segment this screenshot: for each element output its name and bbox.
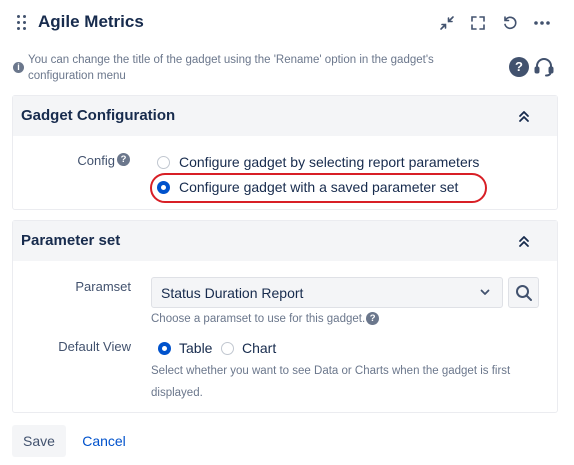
collapse-icon[interactable] xyxy=(437,13,457,33)
paramset-help-icon[interactable]: ? xyxy=(366,312,380,325)
panel-title: Parameter set xyxy=(21,232,121,249)
more-icon[interactable] xyxy=(532,13,552,33)
save-button[interactable]: Save xyxy=(12,425,66,457)
radio-report-parameters[interactable] xyxy=(157,156,170,169)
refresh-icon[interactable] xyxy=(500,13,520,33)
gadget-header: Agile Metrics xyxy=(0,0,574,46)
paramset-search-button[interactable] xyxy=(508,277,539,308)
radio-view-table-label[interactable]: Table xyxy=(179,340,212,356)
radio-view-chart[interactable] xyxy=(221,342,234,355)
radio-report-parameters-label[interactable]: Configure gadget by selecting report par… xyxy=(179,154,479,170)
radio-view-chart-label[interactable]: Chart xyxy=(242,340,276,356)
radio-view-table[interactable] xyxy=(158,342,171,355)
fullscreen-icon[interactable] xyxy=(468,13,488,33)
paramset-hint-text: Choose a paramset to use for this gadget… xyxy=(151,313,366,325)
help-icon[interactable]: ? xyxy=(509,57,529,77)
default-view-label: Default View xyxy=(58,339,131,354)
paramset-select[interactable]: Status Duration Report xyxy=(151,277,503,308)
highlight-annotation xyxy=(150,173,487,203)
cancel-button[interactable]: Cancel xyxy=(74,425,134,457)
paramset-hint: Choose a paramset to use for this gadget… xyxy=(151,308,380,330)
drag-handle-icon[interactable] xyxy=(17,15,29,31)
config-label: Config xyxy=(40,153,115,168)
search-icon xyxy=(516,285,532,301)
support-icon[interactable] xyxy=(533,56,555,78)
paramset-value: Status Duration Report xyxy=(161,285,304,301)
view-hint: Select whether you want to see Data or C… xyxy=(151,365,511,399)
chevron-down-icon xyxy=(480,289,490,295)
gadget-configuration-header[interactable]: Gadget Configuration xyxy=(13,96,557,136)
info-icon: i xyxy=(13,62,24,73)
chevron-up-icon[interactable] xyxy=(517,233,531,249)
chevron-up-icon[interactable] xyxy=(517,108,531,124)
panel-title: Gadget Configuration xyxy=(21,107,176,124)
gadget-title: Agile Metrics xyxy=(38,12,144,31)
paramset-label: Paramset xyxy=(75,279,131,294)
config-help-icon[interactable]: ? xyxy=(117,153,130,166)
info-text: You can change the title of the gadget u… xyxy=(28,54,434,82)
parameter-set-header[interactable]: Parameter set xyxy=(13,221,557,261)
config-label-text: Config xyxy=(77,153,115,168)
